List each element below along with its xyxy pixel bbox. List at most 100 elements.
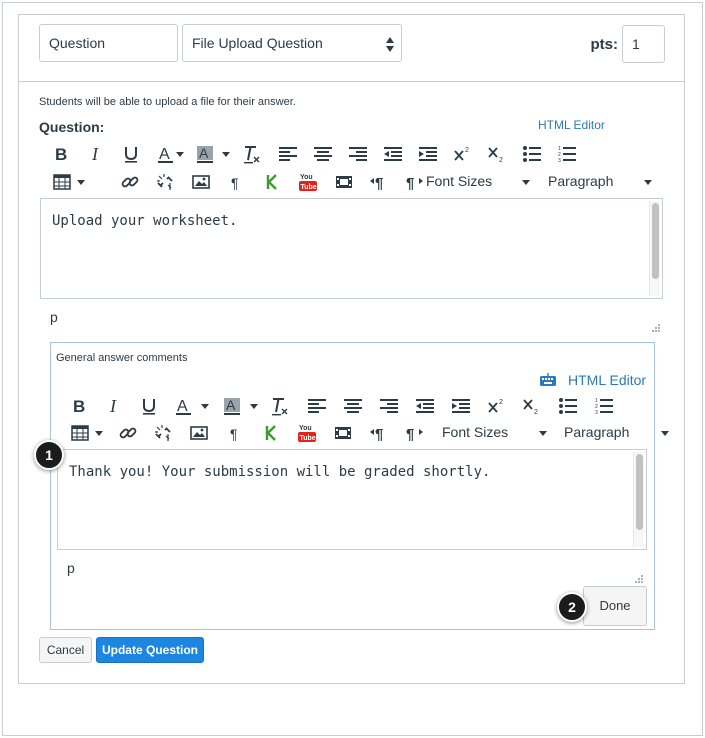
format-dropdown[interactable]: Paragraph	[564, 424, 629, 440]
image-icon[interactable]	[188, 420, 210, 446]
text-color-caret-icon[interactable]	[201, 404, 209, 409]
superscript-icon[interactable]: 2	[485, 393, 509, 419]
align-right-icon[interactable]	[345, 141, 371, 167]
ltr-icon[interactable]: ¶	[368, 169, 390, 195]
background-color-caret-icon[interactable]	[250, 404, 258, 409]
font-sizes-dropdown[interactable]: Font Sizes	[442, 424, 508, 440]
bullet-list-icon[interactable]	[520, 141, 544, 167]
kaltura-icon[interactable]	[260, 420, 282, 446]
link-icon[interactable]	[117, 420, 139, 446]
font-sizes-dropdown[interactable]: Font Sizes	[426, 173, 492, 189]
bullet-list-icon[interactable]	[556, 393, 580, 419]
keyboard-icon[interactable]	[540, 373, 556, 387]
question-editor[interactable]: Upload your worksheet.	[40, 198, 663, 299]
comments-editor-scrollbar[interactable]	[633, 452, 644, 547]
svg-text:¶: ¶	[231, 175, 239, 190]
youtube-icon[interactable]: You Tube	[296, 420, 318, 446]
question-status-path: p	[50, 309, 58, 325]
table-icon[interactable]	[51, 169, 73, 195]
numbered-list-icon[interactable]: 123	[592, 393, 616, 419]
align-center-icon[interactable]	[340, 393, 366, 419]
background-color-caret-icon[interactable]	[222, 152, 230, 157]
unlink-icon[interactable]	[152, 420, 174, 446]
table-icon[interactable]	[69, 420, 91, 446]
indent-icon[interactable]	[448, 393, 474, 419]
format-dropdown[interactable]: Paragraph	[548, 173, 613, 189]
media-icon[interactable]	[332, 420, 354, 446]
link-icon[interactable]	[119, 169, 141, 195]
italic-icon[interactable]: I	[104, 393, 124, 419]
svg-text:¶: ¶	[230, 426, 238, 441]
svg-text:¶: ¶	[406, 426, 414, 441]
background-color-icon[interactable]: A	[194, 141, 216, 167]
subscript-icon[interactable]: 2	[485, 141, 509, 167]
youtube-icon[interactable]: You Tube	[297, 169, 319, 195]
outdent-icon[interactable]	[380, 141, 406, 167]
text-color-icon[interactable]: A	[173, 393, 195, 419]
question-label: Question:	[39, 119, 105, 135]
numbered-list-icon[interactable]: 123	[555, 141, 579, 167]
question-resize-handle-icon[interactable]	[651, 323, 660, 332]
format-caret-icon[interactable]	[661, 431, 669, 436]
question-editor-scrollthumb[interactable]	[652, 203, 659, 279]
superscript-icon[interactable]: 2	[451, 141, 475, 167]
question-html-editor-link[interactable]: HTML Editor	[538, 118, 605, 132]
format-caret-icon[interactable]	[644, 180, 652, 185]
unlink-icon[interactable]	[154, 169, 176, 195]
question-hint: Students will be able to upload a file f…	[39, 96, 296, 108]
align-left-icon[interactable]	[304, 393, 330, 419]
question-type-value: File Upload Question	[192, 35, 323, 51]
font-sizes-caret-icon[interactable]	[539, 431, 547, 436]
media-icon[interactable]	[333, 169, 355, 195]
align-left-icon[interactable]	[275, 141, 301, 167]
rtl-icon[interactable]: ¶	[404, 420, 426, 446]
ltr-icon[interactable]: ¶	[368, 420, 390, 446]
pilcrow-icon[interactable]: ¶	[224, 420, 246, 446]
italic-icon[interactable]: I	[86, 141, 106, 167]
question-toolbar-row-1: B I A A 2 2 1 2 3	[49, 141, 609, 167]
align-center-icon[interactable]	[310, 141, 336, 167]
svg-text:I: I	[109, 398, 117, 414]
svg-text:A: A	[199, 145, 209, 161]
question-content[interactable]: Upload your worksheet.	[52, 213, 237, 229]
bold-icon[interactable]: B	[69, 393, 89, 419]
subscript-icon[interactable]: 2	[520, 393, 544, 419]
svg-text:You: You	[299, 425, 312, 432]
points-value: 1	[632, 36, 640, 52]
bold-icon[interactable]: B	[51, 141, 71, 167]
update-question-button[interactable]: Update Question	[96, 637, 204, 663]
comments-resize-handle-icon[interactable]	[634, 574, 643, 583]
image-icon[interactable]	[190, 169, 212, 195]
question-editor-scrollbar[interactable]	[649, 201, 660, 296]
svg-text:Tube: Tube	[301, 184, 317, 191]
text-color-caret-icon[interactable]	[176, 152, 184, 157]
done-button[interactable]: Done	[583, 586, 647, 626]
svg-text:¶: ¶	[406, 175, 414, 190]
align-right-icon[interactable]	[376, 393, 402, 419]
table-caret-icon[interactable]	[77, 180, 85, 185]
cancel-button[interactable]: Cancel	[39, 637, 92, 663]
clear-formatting-icon[interactable]	[241, 141, 263, 167]
question-type-select[interactable]: File Upload Question	[182, 24, 402, 62]
pilcrow-icon[interactable]: ¶	[225, 169, 247, 195]
outdent-icon[interactable]	[412, 393, 438, 419]
points-input[interactable]: 1	[622, 25, 665, 63]
background-color-icon[interactable]: A	[221, 393, 243, 419]
comments-html-editor-link[interactable]: HTML Editor	[568, 372, 646, 388]
general-comments-label: General answer comments	[56, 352, 188, 364]
underline-icon[interactable]	[139, 393, 159, 419]
indent-icon[interactable]	[415, 141, 441, 167]
comments-editor-scrollthumb[interactable]	[636, 454, 643, 530]
kaltura-icon[interactable]	[261, 169, 283, 195]
font-sizes-caret-icon[interactable]	[522, 180, 530, 185]
underline-icon[interactable]	[121, 141, 141, 167]
comments-editor[interactable]: Thank you! Your submission will be grade…	[57, 449, 647, 550]
comments-content[interactable]: Thank you! Your submission will be grade…	[69, 464, 490, 480]
clear-formatting-icon[interactable]	[269, 393, 291, 419]
text-color-icon[interactable]: A	[155, 141, 177, 167]
svg-text:2: 2	[465, 147, 469, 154]
question-title-input[interactable]: Question	[39, 24, 178, 62]
table-caret-icon[interactable]	[95, 431, 103, 436]
svg-text:You: You	[300, 174, 313, 181]
rtl-icon[interactable]: ¶	[404, 169, 426, 195]
